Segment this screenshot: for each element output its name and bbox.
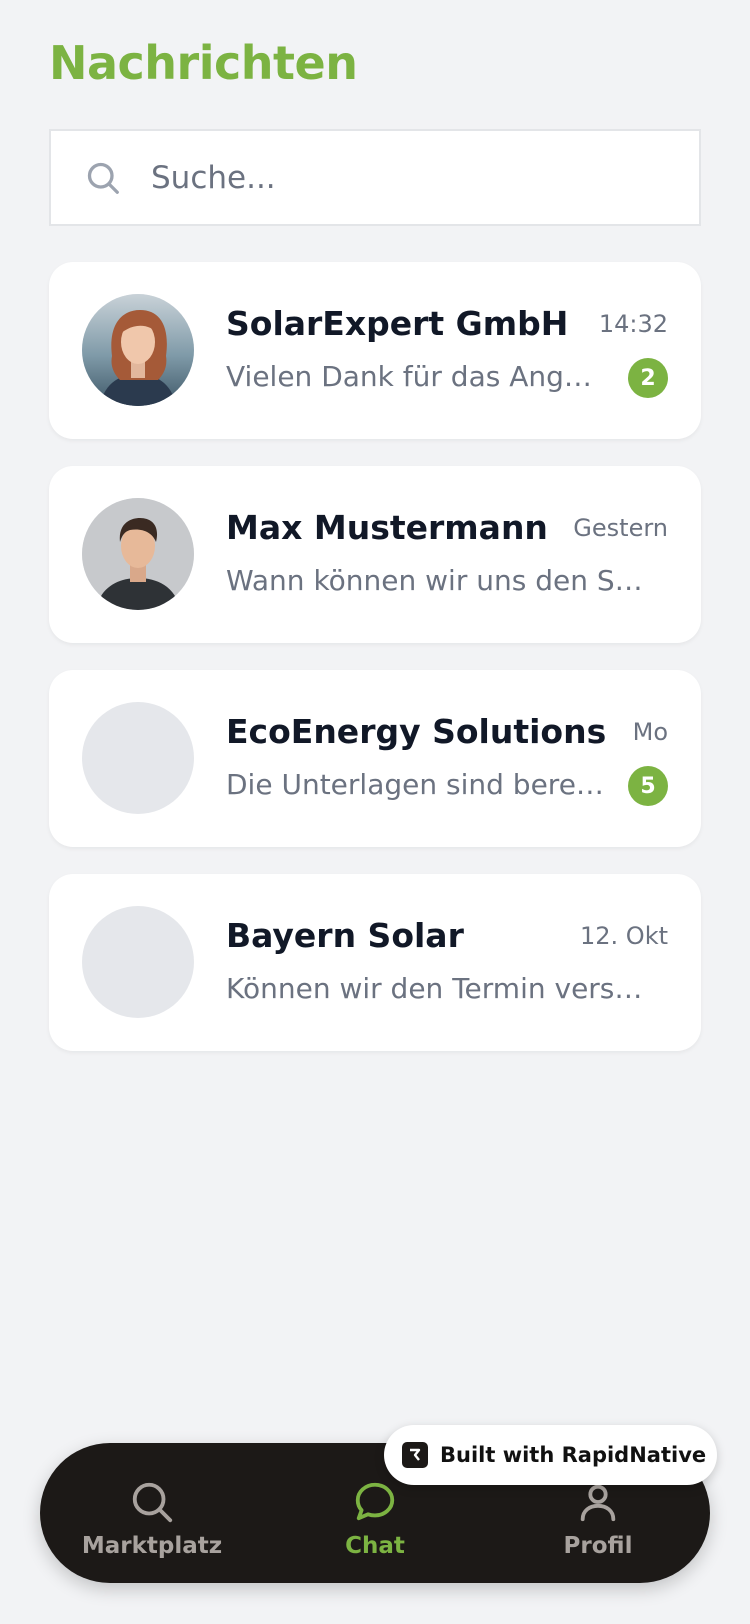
chat-preview: Die Unterlagen sind bereit zur Unterschr…: [226, 768, 606, 801]
avatar: [82, 294, 194, 406]
chat-item-max-mustermann[interactable]: Max Mustermann Gestern Wann können wir u…: [49, 466, 701, 643]
chat-time: Mo: [632, 718, 668, 746]
search-icon: [132, 1482, 173, 1523]
chat-preview: Wann können wir uns den Standort ansehen…: [226, 564, 646, 597]
search-input[interactable]: [151, 159, 631, 196]
chat-time: Gestern: [573, 514, 668, 542]
unread-badge: 5: [628, 766, 668, 806]
tab-marktplatz[interactable]: Marktplatz: [52, 1443, 252, 1583]
unread-badge: 2: [628, 358, 668, 398]
chat-item-solarexpert[interactable]: SolarExpert GmbH 14:32 Vielen Dank für d…: [49, 262, 701, 439]
chat-time: 12. Okt: [580, 922, 668, 950]
chat-item-bayern-solar[interactable]: Bayern Solar 12. Okt Können wir den Term…: [49, 874, 701, 1051]
tab-label: Profil: [563, 1533, 633, 1559]
tab-label: Chat: [345, 1533, 405, 1559]
rapidnative-logo-icon: [402, 1442, 428, 1468]
avatar-placeholder: [82, 702, 194, 814]
chat-list: SolarExpert GmbH 14:32 Vielen Dank für d…: [49, 262, 701, 1078]
page-title: Nachrichten: [49, 36, 358, 90]
chat-preview: Vielen Dank für das Angebot. Wir melden …: [226, 360, 606, 393]
chat-name: Bayern Solar: [226, 916, 464, 955]
chat-name: SolarExpert GmbH: [226, 304, 569, 343]
user-icon: [580, 1484, 616, 1522]
search-bar[interactable]: [49, 129, 701, 226]
chat-item-ecoenergy[interactable]: EcoEnergy Solutions Mo Die Unterlagen si…: [49, 670, 701, 847]
search-icon: [87, 162, 119, 194]
chat-preview: Können wir den Termin verschieben?: [226, 972, 646, 1005]
chat-name: Max Mustermann: [226, 508, 548, 547]
chat-name: EcoEnergy Solutions: [226, 712, 607, 751]
built-with-rapidnative-badge[interactable]: Built with RapidNative: [384, 1425, 717, 1485]
man-avatar-image: [82, 498, 194, 610]
built-with-label: Built with RapidNative: [440, 1443, 707, 1467]
avatar: [82, 498, 194, 610]
tab-label: Marktplatz: [81, 1533, 223, 1559]
chat-time: 14:32: [598, 310, 668, 338]
messages-screen: Nachrichten Suche... SolarExpert GmbH 14…: [0, 0, 750, 1624]
woman-avatar-image: [82, 294, 194, 406]
chat-bubble-icon: [355, 1482, 395, 1521]
avatar-placeholder: [82, 906, 194, 1018]
